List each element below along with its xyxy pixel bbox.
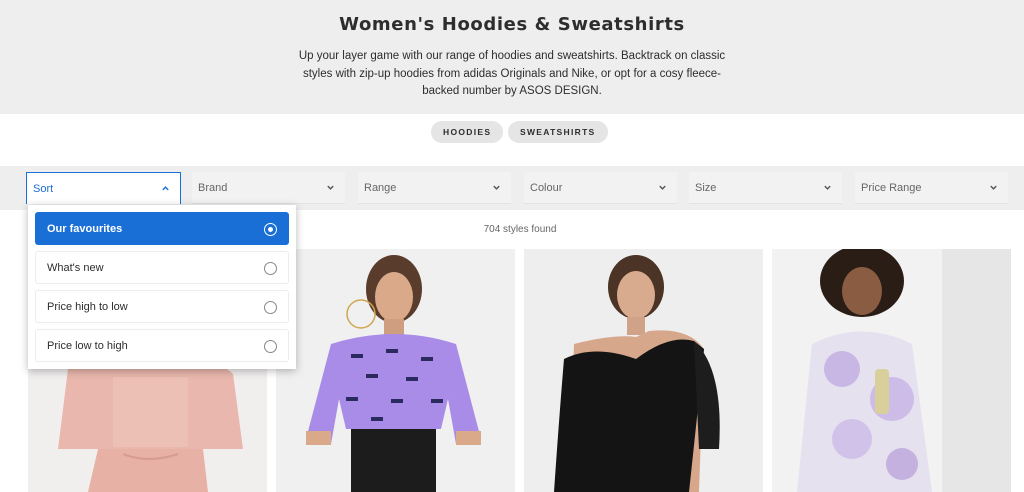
chevron-down-icon: [493, 185, 500, 190]
chip-hoodies[interactable]: HOODIES: [431, 121, 504, 143]
radio-icon: [264, 340, 277, 353]
chevron-down-icon: [327, 185, 334, 190]
colour-filter-label: Colour: [530, 182, 563, 194]
sort-filter[interactable]: Sort: [26, 172, 181, 204]
product-card-black-sweatshirt[interactable]: [524, 249, 763, 492]
price-range-filter[interactable]: Price Range: [855, 172, 1008, 204]
sort-option-price-low-to-high[interactable]: Price low to high: [35, 329, 289, 362]
chevron-up-icon: [162, 186, 169, 191]
chip-sweatshirts[interactable]: SWEATSHIRTS: [508, 121, 608, 143]
range-filter[interactable]: Range: [358, 172, 511, 204]
sort-option-label: Our favourites: [47, 223, 123, 235]
filter-bar: Sort Brand Range Colour Size Price Range: [0, 166, 1024, 210]
size-filter[interactable]: Size: [689, 172, 842, 204]
range-filter-label: Range: [364, 182, 397, 194]
radio-icon: [264, 301, 277, 314]
chevron-down-icon: [659, 185, 666, 190]
price-range-filter-label: Price Range: [861, 182, 922, 194]
subcategory-chips: HOODIES SWEATSHIRTS: [0, 114, 1024, 166]
product-card-tie-dye-hoodie[interactable]: [772, 249, 1011, 492]
sort-option-label: Price high to low: [47, 301, 128, 313]
sort-option-label: Price low to high: [47, 340, 128, 352]
chevron-down-icon: [990, 185, 997, 190]
sort-option-our-favourites[interactable]: Our favourites: [35, 212, 289, 245]
sort-option-price-high-to-low[interactable]: Price high to low: [35, 290, 289, 323]
sort-filter-label: Sort: [33, 183, 54, 195]
lilac-printed-cropped-sweatshirt-product-image: [276, 249, 515, 492]
category-header: Women's Hoodies & Sweatshirts Up your la…: [0, 0, 1024, 114]
colour-filter[interactable]: Colour: [524, 172, 677, 204]
product-card-lilac-sweatshirt[interactable]: [276, 249, 515, 492]
black-one-shoulder-sweatshirt-product-image: [524, 249, 763, 492]
sort-dropdown: Our favourites What's new Price high to …: [28, 205, 296, 369]
category-description: Up your layer game with our range of hoo…: [298, 50, 726, 97]
lilac-tie-dye-hoodie-product-image: [772, 249, 1011, 492]
brand-filter[interactable]: Brand: [192, 172, 345, 204]
sort-option-whats-new[interactable]: What's new: [35, 251, 289, 284]
page-title: Women's Hoodies & Sweatshirts: [339, 14, 685, 35]
radio-icon: [264, 262, 277, 275]
sort-option-label: What's new: [47, 262, 104, 274]
chevron-down-icon: [824, 185, 831, 190]
brand-filter-label: Brand: [198, 182, 228, 194]
size-filter-label: Size: [695, 182, 717, 194]
radio-selected-icon: [264, 223, 277, 236]
